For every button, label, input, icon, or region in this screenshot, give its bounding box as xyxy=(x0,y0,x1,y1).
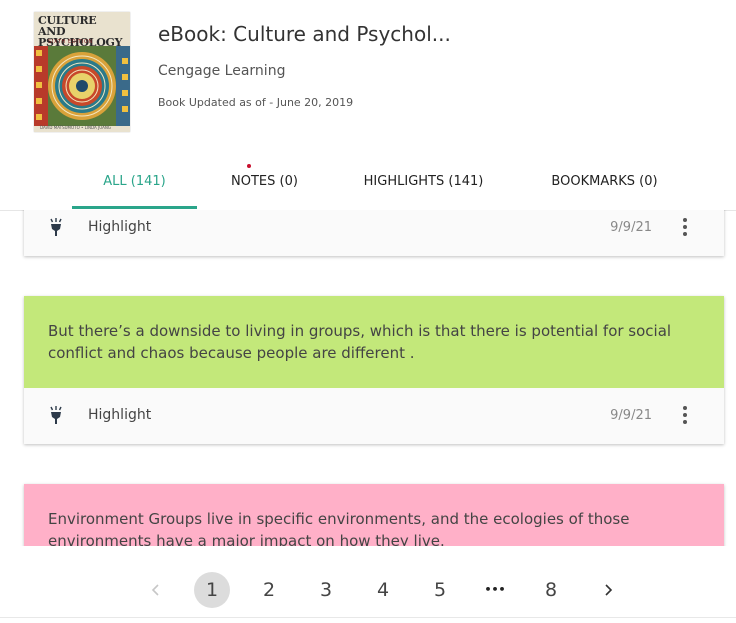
cover-artwork xyxy=(34,46,130,126)
book-publisher: Cengage Learning xyxy=(158,63,286,79)
page-button-2[interactable]: 2 xyxy=(251,572,287,608)
prev-page-button[interactable] xyxy=(138,572,174,608)
annotations-list[interactable]: Highlight 9/9/21 But there’s a downside … xyxy=(0,210,736,546)
next-page-button[interactable] xyxy=(590,572,626,608)
tab-bookmarks[interactable]: BOOKMARKS (0) xyxy=(532,160,677,206)
tab-highlights[interactable]: HIGHLIGHTS (141) xyxy=(346,160,501,206)
book-cover: CULTURE AND PSYCHOLOGY SIXTH EDITION DAV… xyxy=(34,12,130,132)
page-button-4[interactable]: 4 xyxy=(365,572,401,608)
annotation-type-label: Highlight xyxy=(88,219,152,235)
annotation-card: But there’s a downside to living in grou… xyxy=(24,296,724,444)
cover-authors: DAVID MATSUMOTO • LINDA JUANG xyxy=(40,125,111,130)
annotation-type-label: Highlight xyxy=(88,407,152,423)
highlighter-icon xyxy=(50,406,62,424)
notes-notification-dot xyxy=(247,164,251,168)
book-header: CULTURE AND PSYCHOLOGY SIXTH EDITION DAV… xyxy=(0,0,736,150)
annotation-card: Highlight 9/9/21 xyxy=(24,210,724,256)
highlight-text[interactable]: But there’s a downside to living in grou… xyxy=(24,296,724,388)
page-button-1[interactable]: 1 xyxy=(194,572,230,608)
highlighter-icon xyxy=(50,218,62,236)
book-updated-date: Book Updated as of - June 20, 2019 xyxy=(158,96,354,109)
page-ellipsis[interactable]: ••• xyxy=(477,572,513,608)
cover-title-line1: CULTURE AND xyxy=(38,14,97,38)
annotation-date: 9/9/21 xyxy=(610,220,652,235)
cover-edition: SIXTH EDITION xyxy=(48,39,93,45)
more-vertical-icon[interactable] xyxy=(680,404,690,428)
book-title: eBook: Culture and Psychol... xyxy=(158,22,451,46)
highlight-text[interactable]: Environment Groups live in specific envi… xyxy=(24,484,724,546)
tab-notes[interactable]: NOTES (0) xyxy=(212,160,317,206)
annotation-date: 9/9/21 xyxy=(610,408,652,423)
more-vertical-icon[interactable] xyxy=(680,216,690,240)
chevron-left-icon xyxy=(151,584,159,596)
page-button-3[interactable]: 3 xyxy=(308,572,344,608)
annotation-card: Environment Groups live in specific envi… xyxy=(24,484,724,546)
tab-all[interactable]: ALL (141) xyxy=(72,160,197,209)
chevron-right-icon xyxy=(605,584,613,596)
card-footer: Highlight 9/9/21 xyxy=(24,210,724,256)
card-footer: Highlight 9/9/21 xyxy=(24,388,724,444)
page-button-8[interactable]: 8 xyxy=(533,572,569,608)
page-button-5[interactable]: 5 xyxy=(422,572,458,608)
divider xyxy=(0,617,736,618)
filter-tabs: ALL (141) NOTES (0) HIGHLIGHTS (141) BOO… xyxy=(0,160,736,211)
pagination: 1 2 3 4 5 ••• 8 xyxy=(0,560,736,610)
